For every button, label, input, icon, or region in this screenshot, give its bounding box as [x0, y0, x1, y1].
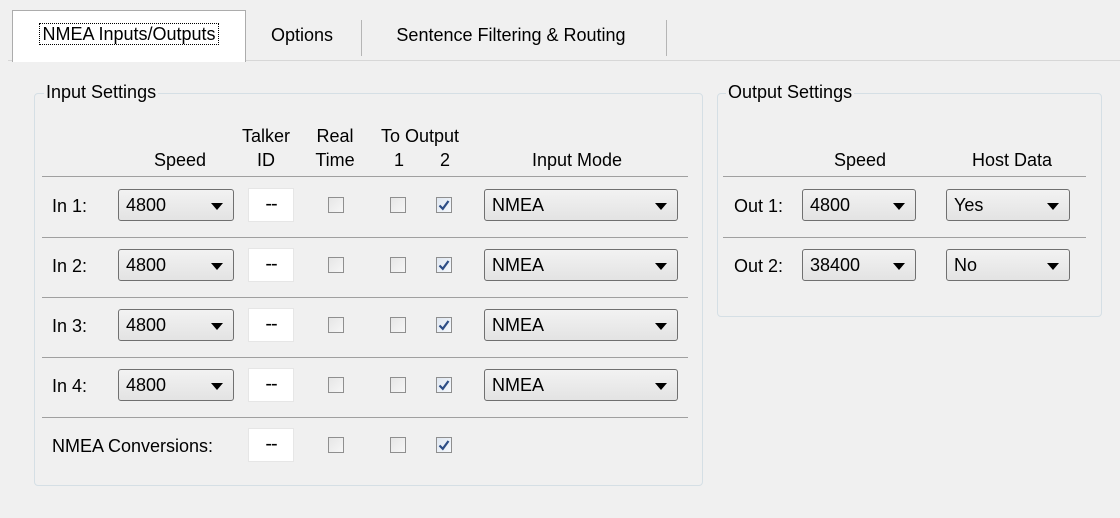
chevron-down-icon	[211, 323, 223, 330]
output-2-checkbox[interactable]	[436, 437, 452, 453]
real-time-header-top: Real	[316, 126, 354, 146]
output-2-checkbox[interactable]	[436, 197, 452, 213]
talker-id-header-bottom: ID	[257, 150, 275, 170]
input-speed-select[interactable]: 4800	[118, 309, 234, 341]
input-header-rule	[42, 176, 688, 177]
output-header-rule	[723, 176, 1086, 177]
output-1-header: 1	[393, 150, 404, 170]
host-data-select-value: No	[954, 255, 978, 275]
talker-id-field[interactable]: --	[248, 428, 294, 462]
host-data-select[interactable]: Yes	[946, 189, 1070, 221]
input-speed-select[interactable]: 4800	[118, 249, 234, 281]
output-settings-title: Output Settings	[726, 82, 855, 103]
output-row-rule	[723, 237, 1086, 238]
output-2-checkbox[interactable]	[436, 257, 452, 273]
input-row-rule	[42, 357, 688, 358]
output-1-checkbox[interactable]	[390, 437, 406, 453]
output-speed-header: Speed	[833, 150, 887, 170]
input-row-rule	[42, 237, 688, 238]
checkmark-icon	[438, 200, 450, 211]
host-data-header: Host Data	[971, 150, 1053, 170]
input-speed-select[interactable]: 4800	[118, 369, 234, 401]
host-data-select[interactable]: No	[946, 249, 1070, 281]
talker-id-field[interactable]: --	[248, 248, 294, 282]
input-mode-select[interactable]: NMEA	[484, 249, 678, 281]
input-row-label: In 2:	[52, 256, 88, 276]
chevron-down-icon	[655, 323, 667, 330]
tab-label: Options	[270, 25, 334, 45]
input-speed-select-value: 4800	[126, 195, 167, 215]
real-time-header-bottom: Time	[315, 150, 355, 170]
tab-options[interactable]: Options	[252, 12, 352, 58]
to-output-header: To Output	[380, 126, 460, 146]
real-time-checkbox[interactable]	[328, 377, 344, 393]
output-2-checkbox[interactable]	[436, 317, 452, 333]
output-row-label: Out 2:	[734, 256, 784, 276]
checkmark-icon	[438, 380, 450, 391]
checkmark-icon	[438, 260, 450, 271]
output-speed-select-value: 38400	[810, 255, 861, 275]
chevron-down-icon	[655, 383, 667, 390]
tab-sentence-filtering[interactable]: Sentence Filtering & Routing	[362, 12, 660, 58]
real-time-checkbox[interactable]	[328, 437, 344, 453]
real-time-checkbox[interactable]	[328, 317, 344, 333]
input-mode-select-value: NMEA	[492, 315, 545, 335]
output-2-checkbox[interactable]	[436, 377, 452, 393]
output-row-label: Out 1:	[734, 196, 784, 216]
output-speed-select-value: 4800	[810, 195, 851, 215]
chevron-down-icon	[893, 263, 905, 270]
chevron-down-icon	[211, 383, 223, 390]
input-speed-select-value: 4800	[126, 375, 167, 395]
tab-label: Sentence Filtering & Routing	[396, 25, 626, 45]
input-settings-title: Input Settings	[44, 82, 159, 103]
real-time-checkbox[interactable]	[328, 197, 344, 213]
output-2-header: 2	[439, 150, 450, 170]
input-speed-select-value: 4800	[126, 255, 167, 275]
input-speed-select[interactable]: 4800	[118, 189, 234, 221]
input-row-rule	[42, 297, 688, 298]
host-data-select-value: Yes	[954, 195, 984, 215]
input-speed-select-value: 4800	[126, 315, 167, 335]
input-mode-select[interactable]: NMEA	[484, 369, 678, 401]
output-speed-select[interactable]: 4800	[802, 189, 916, 221]
talker-id-header-top: Talker	[241, 126, 290, 146]
tab-separator	[666, 20, 667, 56]
input-mode-select-value: NMEA	[492, 195, 545, 215]
input-mode-select-value: NMEA	[492, 255, 545, 275]
nmea-conversions-label: NMEA Conversions:	[52, 436, 214, 456]
chevron-down-icon	[893, 203, 905, 210]
tab-label: NMEA Inputs/Outputs	[39, 23, 219, 45]
real-time-checkbox[interactable]	[328, 257, 344, 273]
output-speed-select[interactable]: 38400	[802, 249, 916, 281]
input-row-label: In 1:	[52, 196, 88, 216]
output-1-checkbox[interactable]	[390, 257, 406, 273]
input-speed-header: Speed	[153, 150, 207, 170]
input-mode-select[interactable]: NMEA	[484, 189, 678, 221]
input-mode-select[interactable]: NMEA	[484, 309, 678, 341]
chevron-down-icon	[655, 203, 667, 210]
input-row-rule	[42, 417, 688, 418]
checkmark-icon	[438, 320, 450, 331]
output-1-checkbox[interactable]	[390, 317, 406, 333]
input-row-label: In 3:	[52, 316, 88, 336]
output-1-checkbox[interactable]	[390, 377, 406, 393]
tab-nmea-inputs-outputs[interactable]: NMEA Inputs/Outputs	[12, 10, 246, 62]
talker-id-field[interactable]: --	[248, 308, 294, 342]
checkmark-icon	[438, 440, 450, 451]
input-mode-header: Input Mode	[531, 150, 623, 170]
chevron-down-icon	[655, 263, 667, 270]
chevron-down-icon	[211, 263, 223, 270]
chevron-down-icon	[1047, 263, 1059, 270]
input-mode-select-value: NMEA	[492, 375, 545, 395]
talker-id-field[interactable]: --	[248, 188, 294, 222]
chevron-down-icon	[211, 203, 223, 210]
input-row-label: In 4:	[52, 376, 88, 396]
talker-id-field[interactable]: --	[248, 368, 294, 402]
output-1-checkbox[interactable]	[390, 197, 406, 213]
chevron-down-icon	[1047, 203, 1059, 210]
